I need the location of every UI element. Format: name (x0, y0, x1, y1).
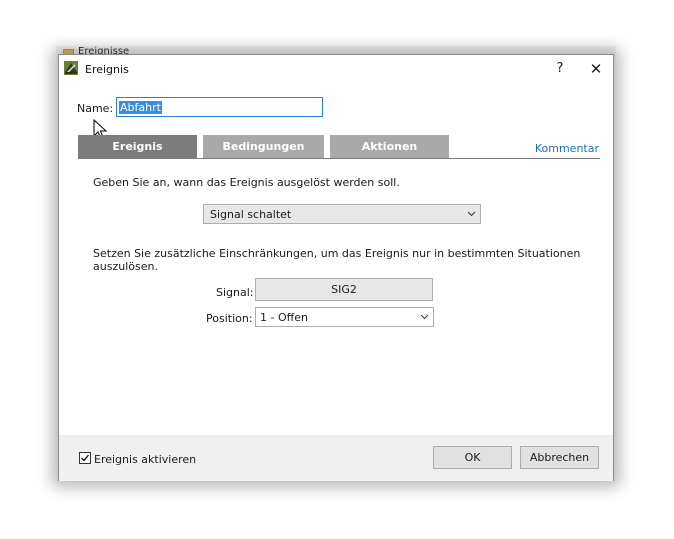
title-bar: Ereignis ? ✕ (59, 55, 613, 83)
checkmark-icon (81, 454, 90, 462)
trigger-select[interactable]: Signal schaltet (203, 204, 481, 224)
tab-ereignis[interactable]: Ereignis (78, 135, 197, 158)
name-label: Name: (77, 102, 114, 115)
restrictions-instruction: Setzen Sie zusätzliche Einschränkungen, … (93, 247, 581, 273)
chevron-down-icon (467, 211, 476, 217)
tab-bedingungen[interactable]: Bedingungen (203, 135, 324, 158)
chevron-down-icon (420, 314, 429, 320)
ok-button[interactable]: OK (433, 446, 512, 469)
tab-bar: Ereignis Bedingungen Aktionen (78, 135, 600, 159)
tab-aktionen[interactable]: Aktionen (330, 135, 449, 158)
comment-link[interactable]: Kommentar (535, 142, 599, 155)
dialog-footer: Ereignis aktivieren OK Abbrechen (59, 435, 613, 481)
name-input-value: Abfahrt (119, 101, 162, 114)
cancel-button[interactable]: Abbrechen (520, 446, 599, 469)
position-select-value: 1 - Offen (260, 311, 308, 324)
help-button[interactable]: ? (545, 57, 575, 81)
trigger-instruction: Geben Sie an, wann das Ereignis ausgelös… (93, 176, 400, 189)
enable-checkbox[interactable] (79, 452, 91, 464)
name-input[interactable]: Abfahrt (116, 97, 323, 117)
event-app-icon (64, 61, 78, 75)
signal-label: Signal: (216, 286, 254, 299)
enable-label[interactable]: Ereignis aktivieren (94, 453, 196, 466)
event-dialog: Ereignis ? ✕ Name: Abfahrt Ereignis Bedi… (58, 54, 614, 481)
trigger-select-value: Signal schaltet (210, 208, 292, 221)
close-button[interactable]: ✕ (581, 57, 611, 81)
position-label: Position: (206, 312, 253, 325)
position-select[interactable]: 1 - Offen (255, 307, 434, 327)
tab-underline (78, 158, 600, 159)
dialog-title: Ereignis (85, 63, 129, 76)
signal-field[interactable]: SIG2 (255, 278, 433, 301)
